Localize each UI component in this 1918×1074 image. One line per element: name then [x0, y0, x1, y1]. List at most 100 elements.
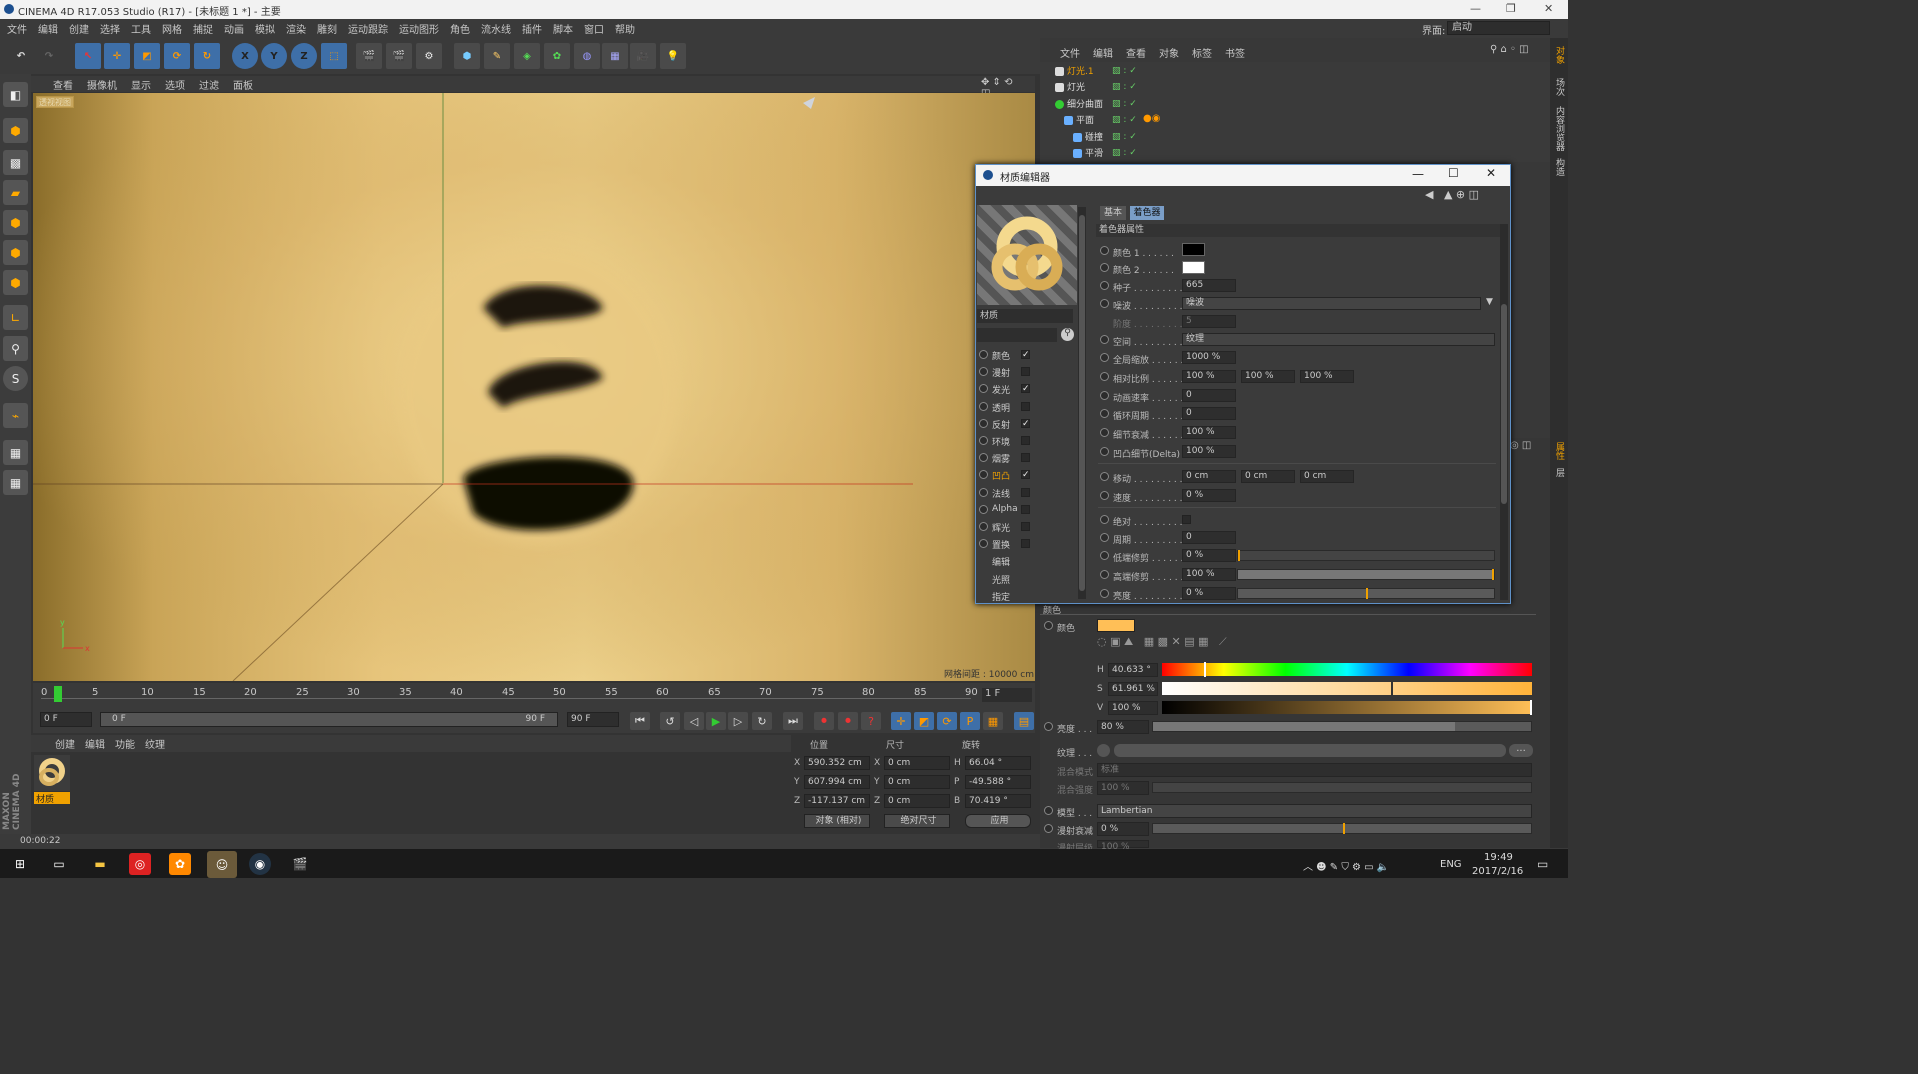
hue-slider[interactable]	[1162, 662, 1532, 677]
size-mode-select[interactable]: 绝对尺寸	[884, 814, 950, 828]
cinema4d-taskbar-icon[interactable]: ◉	[249, 853, 271, 875]
space-select[interactable]: 纹理	[1182, 333, 1495, 346]
channel-checkbox[interactable]	[1021, 401, 1030, 411]
menu-edit[interactable]: 编辑	[38, 21, 58, 36]
anim-dot[interactable]	[1100, 551, 1109, 560]
channel-label[interactable]: 颜色	[992, 349, 1010, 362]
close-icon[interactable]: ✕	[1544, 2, 1553, 15]
relative-scale-x-field[interactable]: 100 %	[1182, 370, 1236, 383]
channel-checkbox[interactable]	[1021, 539, 1030, 549]
preview-options-icon[interactable]: ⚲	[1061, 328, 1074, 341]
obj-menu-view[interactable]: 查看	[1126, 45, 1146, 60]
anim-dot[interactable]	[1044, 621, 1053, 630]
channel-label[interactable]: 光照	[992, 573, 1010, 586]
menu-select[interactable]: 选择	[100, 21, 120, 36]
obj-menu-edit[interactable]: 编辑	[1093, 45, 1113, 60]
visibility-check-icon[interactable]: ▧ : ✓	[1112, 82, 1137, 92]
dialog-minimize-icon[interactable]: —	[1412, 167, 1424, 181]
key-scale-icon[interactable]: ◩	[914, 712, 934, 730]
anim-dot[interactable]	[1100, 281, 1109, 290]
channel-label[interactable]: 透明	[992, 401, 1010, 414]
detail-attenuation-field[interactable]: 100 %	[1182, 426, 1236, 439]
position-y-field[interactable]: 607.994 cm	[804, 775, 870, 789]
obj-search-icon[interactable]: ⚲ ⌂ ◦ ◫	[1490, 44, 1529, 55]
noise-select[interactable]: 噪波	[1182, 297, 1481, 310]
prev-key-icon[interactable]: ↺	[660, 712, 680, 730]
notification-icon[interactable]: ▭	[1537, 857, 1548, 871]
visibility-check-icon[interactable]: ▧ : ✓	[1112, 66, 1137, 76]
redo-icon[interactable]: ↷	[36, 43, 62, 69]
menu-plugins[interactable]: 插件	[522, 21, 542, 36]
mat-menu-function[interactable]: 功能	[115, 736, 135, 751]
undo-icon[interactable]: ↶	[8, 43, 34, 69]
anim-dot[interactable]	[1100, 570, 1109, 579]
clock-date[interactable]: 2017/2/16	[1472, 866, 1523, 877]
clock-time[interactable]: 19:49	[1484, 852, 1513, 863]
channel-label[interactable]: 反射	[992, 418, 1010, 431]
anim-dot[interactable]	[1100, 299, 1109, 308]
taskbar-app-active-icon[interactable]: ☺	[207, 851, 237, 878]
move-z-field[interactable]: 0 cm	[1300, 470, 1354, 483]
autokey-icon[interactable]: ⏺	[838, 712, 858, 730]
saturation-slider[interactable]	[1162, 681, 1532, 696]
mat-menu-texture[interactable]: 纹理	[145, 736, 165, 751]
render-view-icon[interactable]: 🎬	[356, 43, 382, 69]
delta-field[interactable]: 100 %	[1182, 445, 1236, 458]
solo-mode-icon[interactable]: S	[3, 366, 28, 391]
brightness-slider[interactable]	[1152, 721, 1532, 732]
goto-end-icon[interactable]: ⏭	[783, 712, 803, 730]
channel-label[interactable]: 凹凸	[992, 469, 1010, 482]
workplane-mode-icon[interactable]: ▰	[3, 180, 28, 205]
start-frame-field[interactable]: 0 F	[40, 712, 92, 727]
menu-character[interactable]: 角色	[450, 21, 470, 36]
channel-anim-dot[interactable]	[979, 504, 988, 514]
coordinate-system-icon[interactable]: ⬚	[321, 43, 347, 69]
menu-tools[interactable]: 工具	[131, 21, 151, 36]
seed-field[interactable]: 665	[1182, 279, 1236, 292]
channel-label[interactable]: 环境	[992, 435, 1010, 448]
anim-dot[interactable]	[1100, 353, 1109, 362]
low-clip-slider[interactable]	[1237, 550, 1495, 561]
key-rotation-icon[interactable]: ⟳	[937, 712, 957, 730]
tab-basic[interactable]: 基本	[1100, 206, 1126, 220]
obj-menu-tags[interactable]: 标签	[1192, 45, 1212, 60]
floor-scene-icon[interactable]: ▦	[602, 43, 628, 69]
noise-expand-icon[interactable]: ▼	[1486, 297, 1493, 307]
next-key-icon[interactable]: ↻	[752, 712, 772, 730]
play-icon[interactable]: ▶	[706, 712, 726, 730]
color-picker-mode-icons[interactable]: ◌ ▣ ⛰ ▦ ▩ ✕ ▤ ▦ ⟋	[1097, 635, 1227, 649]
anim-dot[interactable]	[1100, 447, 1109, 456]
deformer-icon[interactable]: ◍	[574, 43, 600, 69]
key-parameter-icon[interactable]: P	[960, 712, 980, 730]
obj-menu-file[interactable]: 文件	[1060, 45, 1080, 60]
relative-scale-y-field[interactable]: 100 %	[1241, 370, 1295, 383]
move-x-field[interactable]: 0 cm	[1182, 470, 1236, 483]
mat-menu-create[interactable]: 创建	[55, 736, 75, 751]
anim-dot[interactable]	[1100, 533, 1109, 542]
speed-field[interactable]: 0 %	[1182, 489, 1236, 502]
channel-checkbox[interactable]	[1021, 367, 1030, 377]
high-clip-field[interactable]: 100 %	[1182, 568, 1236, 581]
object-row-subdivision[interactable]: 细分曲面	[1055, 97, 1155, 113]
viewport-menu-options[interactable]: 选项	[165, 77, 185, 92]
system-tray-icons[interactable]: ︿ ☻ ✎ ⛉ ⚙ ▭ 🔈	[1303, 858, 1389, 873]
channel-anim-dot[interactable]	[979, 418, 988, 428]
clapper-taskbar-icon[interactable]: 🎬	[289, 853, 311, 875]
coord-mode-select[interactable]: 对象 (相对)	[804, 814, 870, 828]
channel-label[interactable]: 置换	[992, 538, 1010, 551]
loop-period-field[interactable]: 0	[1182, 407, 1236, 420]
size-x-field[interactable]: 0 cm	[884, 756, 950, 770]
quantize-icon[interactable]: ▦	[3, 470, 28, 495]
texture-mode-icon[interactable]: ▩	[3, 150, 28, 175]
channel-label[interactable]: 漫射	[992, 366, 1010, 379]
render-settings-icon[interactable]: ⚙	[416, 43, 442, 69]
tweak-mode-icon[interactable]: ⚲	[3, 336, 28, 361]
recent-tool-icon[interactable]: ↻	[194, 43, 220, 69]
prev-frame-icon[interactable]: ◁	[684, 712, 704, 730]
absolute-checkbox[interactable]	[1182, 515, 1191, 524]
channel-label[interactable]: 法线	[992, 487, 1010, 500]
current-frame-field[interactable]: 1 F	[982, 688, 1032, 702]
animation-speed-field[interactable]: 0	[1182, 389, 1236, 402]
tab-structure[interactable]: 构造	[1553, 158, 1566, 176]
channel-anim-dot[interactable]	[979, 522, 988, 531]
